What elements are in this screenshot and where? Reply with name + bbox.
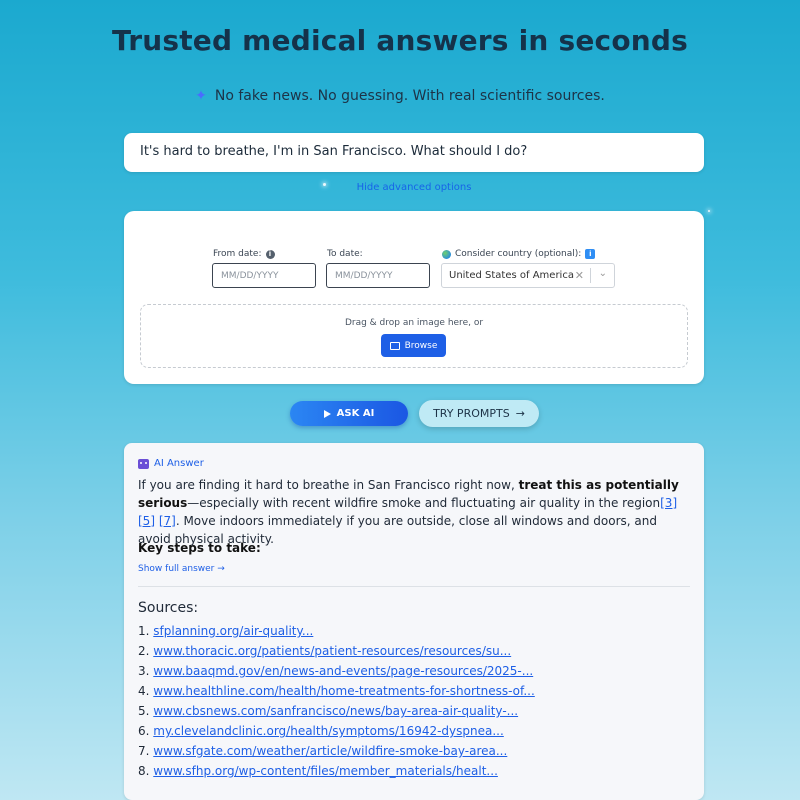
to-date-label: To date: — [327, 249, 363, 259]
page-title: Trusted medical answers in seconds — [111, 24, 689, 57]
try-prompts-label: TRY PROMPTS — [433, 407, 510, 420]
source-item: 6. my.clevelandclinic.org/health/symptom… — [138, 724, 504, 738]
source-item: 5. www.cbsnews.com/sanfrancisco/news/bay… — [138, 704, 519, 718]
robot-icon — [138, 458, 149, 469]
source-link[interactable]: www.thoracic.org/patients/patient-resour… — [153, 644, 511, 658]
from-date-input[interactable]: MM/DD/YYYY — [212, 263, 316, 288]
browse-label: Browse — [404, 340, 438, 351]
answer-text: If you are finding it hard to breathe in… — [138, 478, 679, 546]
subtitle-text: No fake news. No guessing. With real sci… — [214, 88, 605, 104]
source-item: 2. www.thoracic.org/patients/patient-res… — [138, 644, 512, 658]
source-link[interactable]: www.baaqmd.gov/en/news-and-events/page-r… — [153, 664, 533, 678]
citation-link[interactable]: [5] — [138, 514, 155, 528]
source-link[interactable]: www.sfhp.org/wp-content/files/member_mat… — [153, 764, 498, 778]
ask-ai-label: ASK AI — [336, 408, 375, 419]
from-date-label: From date: i — [213, 249, 275, 259]
subtitle: ✦ No fake news. No guessing. With real s… — [0, 88, 800, 104]
clear-icon[interactable]: ✕ — [575, 269, 584, 282]
info-icon[interactable]: i — [585, 249, 596, 259]
source-link[interactable]: www.healthline.com/health/home-treatment… — [153, 684, 535, 698]
sparkle-icon: ✦ — [195, 88, 207, 104]
country-label: Consider country (optional): i — [442, 249, 596, 259]
globe-icon — [442, 249, 451, 259]
source-link[interactable]: www.cbsnews.com/sanfrancisco/news/bay-ar… — [153, 704, 518, 718]
source-item: 8. www.sfhp.org/wp-content/files/member_… — [138, 764, 498, 778]
source-item: 7. www.sfgate.com/weather/article/wildfi… — [138, 744, 508, 758]
hide-advanced-options-link[interactable]: Hide advanced options — [0, 182, 800, 193]
separator — [590, 268, 591, 283]
play-icon — [323, 409, 331, 418]
image-icon — [389, 341, 400, 350]
source-link[interactable]: www.sfgate.com/weather/article/wildfire-… — [153, 744, 507, 758]
source-link[interactable]: my.clevelandclinic.org/health/symptoms/1… — [153, 724, 504, 738]
ai-answer-label: AI Answer — [138, 458, 204, 469]
info-icon[interactable]: i — [265, 249, 275, 259]
source-item: 4. www.healthline.com/health/home-treatm… — [138, 684, 535, 698]
key-steps-heading: Key steps to take: — [138, 541, 261, 555]
citation-link[interactable]: [3] — [660, 496, 677, 510]
try-prompts-button[interactable]: TRY PROMPTS → — [419, 400, 539, 427]
browse-button[interactable]: Browse — [381, 334, 446, 357]
ai-answer-card: AI Answer If you are finding it hard to … — [124, 443, 704, 800]
image-dropzone[interactable]: Drag & drop an image here, or Browse — [140, 304, 688, 368]
arrow-right-icon: → — [515, 407, 525, 420]
citation-link[interactable]: [7] — [159, 514, 176, 528]
to-date-input[interactable]: MM/DD/YYYY — [326, 263, 430, 288]
source-item: 3. www.baaqmd.gov/en/news-and-events/pag… — [138, 664, 534, 678]
sources-heading: Sources: — [138, 600, 199, 616]
sources-list: 1. sfplanning.org/air-quality... 2. www.… — [138, 624, 535, 784]
show-full-answer-link[interactable]: Show full answer → — [138, 564, 225, 574]
advanced-options-panel: From date: i MM/DD/YYYY To date: MM/DD/Y… — [124, 211, 704, 384]
source-item: 1. sfplanning.org/air-quality... — [138, 624, 314, 638]
chevron-down-icon[interactable]: ⌄ — [599, 268, 607, 279]
ask-ai-button[interactable]: ASK AI — [290, 401, 408, 426]
country-value: United States of America — [449, 270, 574, 281]
source-link[interactable]: sfplanning.org/air-quality... — [153, 624, 313, 638]
dropzone-text: Drag & drop an image here, or — [344, 318, 484, 328]
star-sparkle — [708, 210, 710, 212]
question-input[interactable]: It's hard to breathe, I'm in San Francis… — [124, 133, 704, 172]
country-select[interactable]: United States of America ✕ ⌄ — [441, 263, 615, 288]
divider — [138, 586, 690, 587]
